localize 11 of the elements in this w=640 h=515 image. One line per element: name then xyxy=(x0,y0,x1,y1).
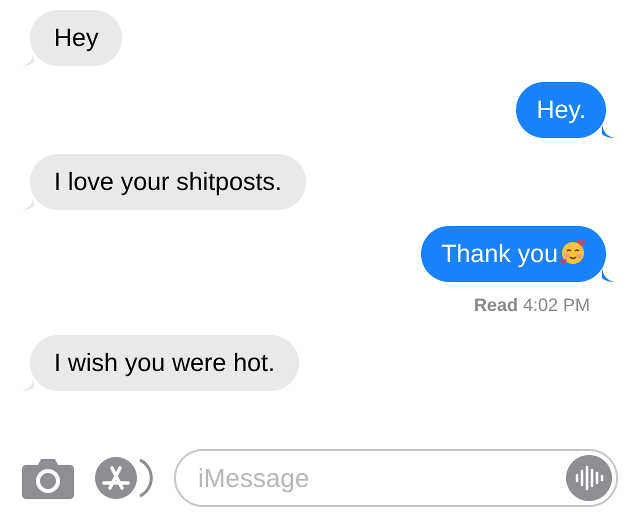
sent-message: Thank you xyxy=(421,226,606,282)
audio-waveform-icon[interactable] xyxy=(566,455,612,501)
received-message: Hey xyxy=(30,10,122,66)
bubble-tail xyxy=(602,266,614,282)
camera-icon[interactable] xyxy=(22,457,74,499)
received-message: I love your shitposts. xyxy=(30,154,306,210)
sent-message: Hey. xyxy=(516,82,606,138)
app-store-icon[interactable] xyxy=(94,456,154,500)
received-message: I wish you were hot. xyxy=(30,335,299,391)
read-receipt: Read 4:02 PM xyxy=(474,294,590,317)
message-input[interactable]: iMessage xyxy=(174,449,618,507)
